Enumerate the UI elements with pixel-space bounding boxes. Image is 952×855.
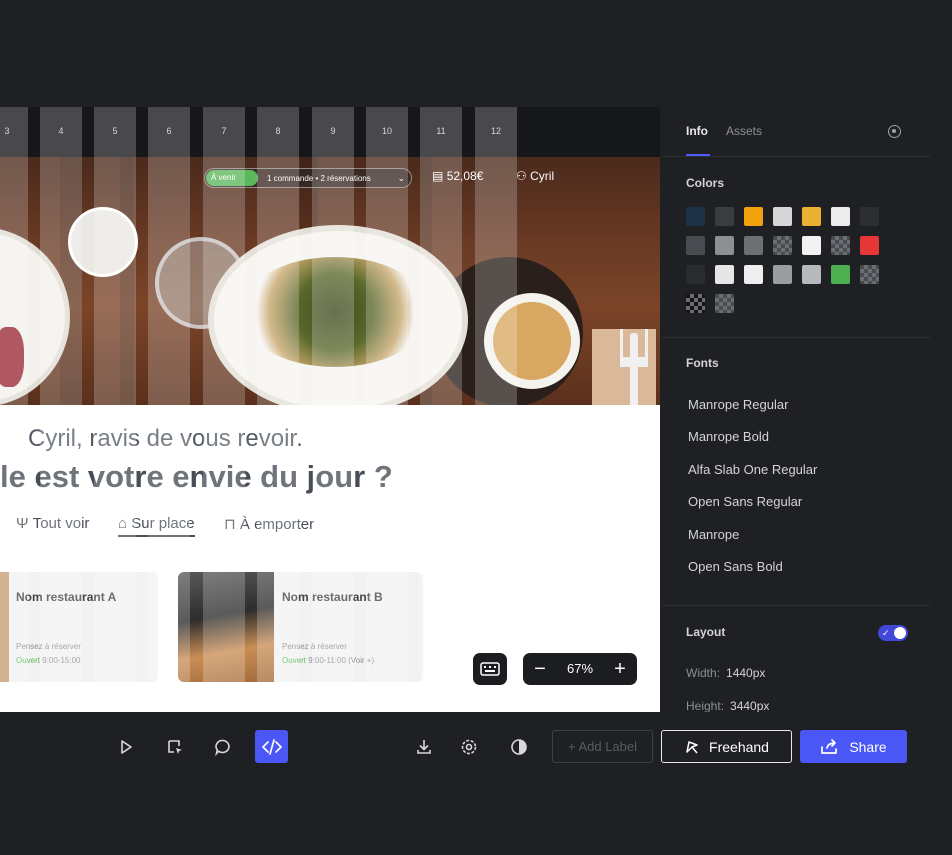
close-panel-icon[interactable] [888,125,901,138]
layout-height: Height: 3440px [686,699,770,712]
panel-tabs: Info Assets [662,107,930,157]
color-swatch[interactable] [715,236,734,255]
add-label-button[interactable]: + Add Label [552,730,653,763]
color-swatch[interactable] [715,265,734,284]
share-button[interactable]: Share [800,730,907,763]
font-item[interactable]: Open Sans Bold [688,559,783,574]
pen-icon [686,740,698,753]
layout-title: Layout [686,625,726,639]
code-icon [261,738,282,755]
color-swatch[interactable] [831,236,850,255]
download-button[interactable] [407,730,440,763]
storefront-icon: ⌂ [118,515,128,532]
share-icon [821,738,838,754]
play-icon [120,739,132,754]
color-swatch[interactable] [686,207,705,226]
reservation-dropdown[interactable]: À venir 1 commande • 2 réservations ⌄ [204,168,412,188]
color-swatch[interactable] [744,236,763,255]
fonts-title: Fonts [686,356,719,370]
theme-toggle-button[interactable] [502,730,535,763]
color-swatch[interactable] [715,207,734,226]
filter-dine-in[interactable]: ⌂ Sur place [118,515,195,537]
color-swatch[interactable] [860,265,879,284]
inspect-button[interactable] [158,730,191,763]
comment-icon [214,739,230,756]
color-swatch[interactable] [802,207,821,226]
font-item[interactable]: Open Sans Regular [688,494,802,509]
color-swatch[interactable] [831,207,850,226]
color-swatch[interactable] [773,207,792,226]
zoom-control: − 67% + [523,653,637,685]
inspector-panel: Info Assets Colors Fonts Manrope Regular… [662,107,930,712]
font-item[interactable]: Manrope [688,527,739,542]
status-badge: À venir [206,170,258,186]
color-swatch[interactable] [744,207,763,226]
comment-button[interactable] [206,730,239,763]
color-swatch[interactable] [831,265,850,284]
preview-button[interactable] [109,730,142,763]
color-swatch[interactable] [715,294,734,313]
filter-takeaway[interactable]: ⊓ À emporter [224,515,314,533]
color-swatch[interactable] [686,265,705,284]
column-ruler [0,107,660,157]
keyboard-icon [480,662,500,676]
color-swatch[interactable] [686,236,705,255]
contrast-icon [510,738,527,755]
color-swatch[interactable] [860,236,879,255]
keyboard-shortcuts-button[interactable] [473,653,507,685]
color-swatch[interactable] [802,265,821,284]
zoom-out-button[interactable]: − [524,653,556,685]
select-cursor-icon [167,739,182,754]
font-item[interactable]: Alfa Slab One Regular [688,462,817,477]
restaurant-name: Nom restaurant B [282,590,383,604]
restaurant-hours: Ouvert 9:00-15:00 [16,656,81,665]
tab-info[interactable]: Info [686,124,708,138]
code-button[interactable] [255,730,288,763]
color-swatch[interactable] [773,265,792,284]
active-tab-indicator [686,154,710,156]
restaurant-card[interactable]: Nom restaurant A Pensez à réserver Ouver… [0,572,158,682]
page-title: le est votre envie du jour ? [0,459,393,494]
check-icon: ✓ [882,628,890,638]
user-account[interactable]: ⚇ Cyril [516,169,554,183]
chevron-down-icon: ⌄ [397,173,405,183]
font-item[interactable]: Manrope Regular [688,397,788,412]
utensils-icon: Ψ [16,515,29,532]
bottom-toolbar: + Add Label Freehand Share [0,712,952,782]
hero-image [0,157,660,405]
download-icon [416,739,431,754]
restaurant-image [0,572,9,682]
layout-width: Width: 1440px [686,666,766,680]
restaurant-hint: Pensez à réserver [282,642,347,651]
colors-title: Colors [686,176,725,190]
user-icon: ⚇ [516,169,527,183]
color-swatch[interactable] [773,236,792,255]
greeting-text: Cyril, ravis de vous revoir. [28,425,303,452]
restaurant-hint: Pensez à réserver [16,642,81,651]
layout-toggle[interactable]: ✓ [878,625,908,641]
orders-summary: 1 commande • 2 réservations [267,174,371,183]
design-canvas[interactable]: À venir 1 commande • 2 réservations ⌄ ▤ … [0,107,660,712]
filter-all[interactable]: Ψ Tout voir [16,515,89,532]
color-swatch[interactable] [802,236,821,255]
settings-button[interactable] [452,730,485,763]
color-swatch[interactable] [744,265,763,284]
bag-icon: ⊓ [224,516,236,533]
receipt-icon: ▤ [432,169,444,183]
restaurant-hours: Ouvert 9:00-11:00 (Voir +) [282,656,375,665]
wallet-amount[interactable]: ▤ 52,08€ [432,169,483,183]
gear-icon [461,739,476,754]
restaurant-name: Nom restaurant A [16,590,117,604]
color-swatch[interactable] [686,294,705,313]
font-item[interactable]: Manrope Bold [688,429,769,444]
tab-assets[interactable]: Assets [726,124,762,138]
restaurant-image [178,572,274,682]
zoom-level: 67% [566,661,594,676]
zoom-in-button[interactable]: + [604,653,636,685]
restaurant-card[interactable]: Nom restaurant B Pensez à réserver Ouver… [178,572,423,682]
color-swatch[interactable] [860,207,879,226]
freehand-button[interactable]: Freehand [661,730,792,763]
